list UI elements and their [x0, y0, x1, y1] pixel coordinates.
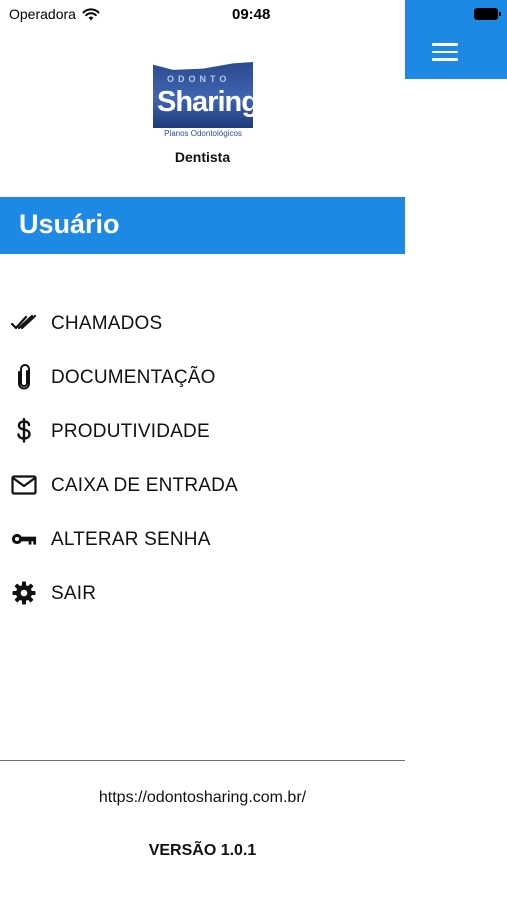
- hamburger-menu-icon[interactable]: [432, 43, 458, 61]
- status-time: 09:48: [232, 6, 271, 23]
- carrier-label: Operadora: [9, 6, 76, 22]
- menu-item-label: CAIXA DE ENTRADA: [51, 475, 238, 496]
- battery-icon: [474, 8, 501, 20]
- menu-item-label: CHAMADOS: [51, 313, 163, 334]
- footer-divider: [0, 760, 405, 761]
- mail-icon: [11, 472, 37, 498]
- menu-item-caixa-de-entrada[interactable]: CAIXA DE ENTRADA: [0, 458, 405, 512]
- paperclip-icon: [11, 364, 37, 390]
- menu-item-sair[interactable]: SAIR: [0, 566, 405, 620]
- gear-icon: [11, 580, 37, 606]
- drawer-menu: CHAMADOS DOCUMENTAÇÃO PRODUTIVIDADE CAIX…: [0, 296, 405, 620]
- double-check-icon: [11, 310, 37, 336]
- status-bar-left: Operadora: [9, 6, 100, 22]
- user-role: Dentista: [174, 149, 231, 165]
- section-header: Usuário: [0, 197, 405, 254]
- logo-top-text: ODONTO: [167, 74, 231, 84]
- menu-item-documentacao[interactable]: DOCUMENTAÇÃO: [0, 350, 405, 404]
- app-version: VERSÃO 1.0.1: [148, 842, 257, 859]
- navigation-drawer: Operadora 09:48 ODONTO Sharing Planos Od…: [0, 0, 405, 900]
- company-logo: ODONTO Sharing Planos Odontológicos: [153, 62, 259, 142]
- menu-item-label: ALTERAR SENHA: [51, 529, 211, 550]
- menu-item-label: PRODUTIVIDADE: [51, 421, 210, 442]
- dollar-icon: [11, 418, 37, 444]
- logo-brand: Sharing: [157, 86, 259, 118]
- menu-item-produtividade[interactable]: PRODUTIVIDADE: [0, 404, 405, 458]
- menu-item-chamados[interactable]: CHAMADOS: [0, 296, 405, 350]
- menu-item-label: SAIR: [51, 583, 97, 604]
- key-icon: [11, 526, 37, 552]
- logo-subtitle: Planos Odontológicos: [164, 129, 242, 138]
- section-title: Usuário: [19, 209, 120, 239]
- wifi-icon: [82, 7, 100, 20]
- menu-item-alterar-senha[interactable]: ALTERAR SENHA: [0, 512, 405, 566]
- menu-item-label: DOCUMENTAÇÃO: [51, 367, 216, 388]
- website-link[interactable]: https://odontosharing.com.br/: [0, 789, 405, 807]
